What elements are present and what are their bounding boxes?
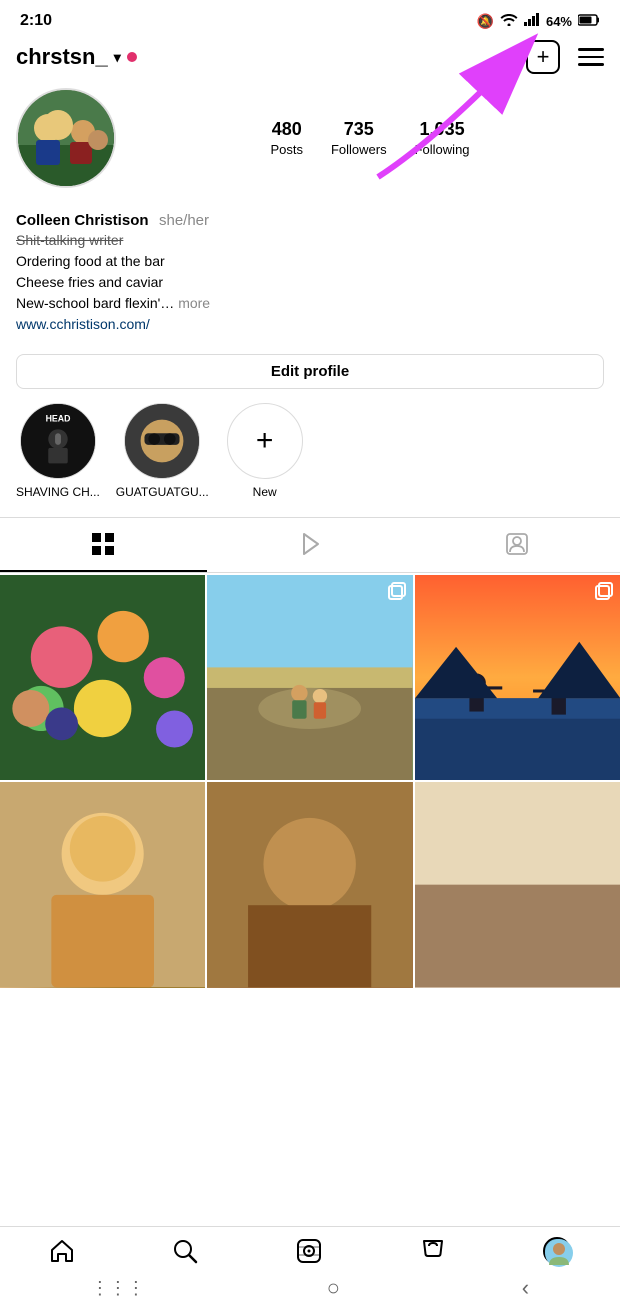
menu-button[interactable] — [578, 48, 604, 66]
mute-icon: 🔕 — [477, 13, 494, 30]
profile-top: 480 Posts 735 Followers 1,035 Following — [16, 88, 604, 188]
battery-pct: 64% — [546, 14, 572, 29]
dropdown-icon[interactable]: ▾ — [114, 49, 121, 66]
signal-icon — [524, 13, 540, 29]
nav-recent-icon[interactable]: ‹ — [522, 1275, 529, 1301]
highlight-circle-new: + — [227, 403, 303, 479]
bio-line-2: Ordering food at the bar — [16, 251, 604, 272]
nav-profile[interactable] — [543, 1237, 571, 1265]
avatar[interactable] — [16, 88, 116, 188]
photo-cell-4[interactable] — [0, 782, 205, 987]
home-icon — [49, 1238, 75, 1264]
nav-home-circle[interactable]: ○ — [327, 1275, 340, 1301]
display-name: Colleen Christison — [16, 212, 149, 229]
highlight-label-1: SHAVING CH... — [16, 485, 100, 499]
svg-text:HEAD: HEAD — [45, 414, 70, 424]
bio-pronouns: she/her — [159, 212, 209, 229]
bio-link[interactable]: www.cchristison.com/ — [16, 316, 604, 332]
online-indicator — [127, 52, 137, 62]
status-time: 2:10 — [20, 12, 52, 30]
status-bar: 2:10 🔕 64% — [0, 0, 620, 36]
photo-cell-2[interactable] — [207, 575, 412, 780]
followers-label: Followers — [331, 142, 387, 157]
followers-stat[interactable]: 735 Followers — [331, 119, 387, 157]
posts-label: Posts — [270, 142, 303, 157]
nav-shop[interactable] — [420, 1238, 446, 1264]
status-icons: 🔕 64% — [477, 13, 600, 30]
tab-tagged[interactable] — [413, 518, 620, 572]
posts-stat[interactable]: 480 Posts — [270, 119, 303, 157]
tab-reels[interactable] — [207, 518, 414, 572]
photo-cell-3[interactable] — [415, 575, 620, 780]
header-right: + — [526, 40, 604, 74]
username-label: chrstsn_ — [16, 44, 108, 70]
bio-line-1: Shit-talking writer — [16, 230, 604, 251]
highlight-label-2: GUATGUATGU... — [116, 485, 209, 499]
highlight-circle-1: HEAD — [20, 403, 96, 479]
photo-cell-6[interactable] — [415, 782, 620, 987]
multi-photo-badge-2 — [387, 581, 407, 601]
highlight-circle-2 — [124, 403, 200, 479]
edit-profile-button[interactable]: Edit profile — [16, 354, 604, 389]
profile-section: 480 Posts 735 Followers 1,035 Following — [0, 84, 620, 212]
photo-cell-1[interactable] — [0, 575, 205, 780]
nav-reels[interactable] — [296, 1238, 322, 1264]
highlight-item-1[interactable]: HEAD SHAVING CH... — [16, 403, 100, 499]
highlight-label-new: New — [253, 485, 277, 499]
bio-line-3: Cheese fries and caviar — [16, 272, 604, 293]
highlight-item-new[interactable]: + New — [225, 403, 305, 499]
bio-name-line: Colleen Christison she/her — [16, 212, 604, 230]
following-count: 1,035 — [420, 119, 465, 140]
play-icon — [298, 532, 322, 556]
posts-count: 480 — [272, 119, 302, 140]
following-label: Following — [415, 142, 470, 157]
content-tabs — [0, 517, 620, 573]
nav-home[interactable] — [49, 1238, 75, 1264]
followers-count: 735 — [344, 119, 374, 140]
profile-avatar-nav — [543, 1237, 571, 1265]
bottom-navigation: ⋮⋮⋮ ○ ‹ — [0, 1226, 620, 1309]
add-highlight-icon: + — [256, 424, 274, 458]
person-tag-icon — [505, 532, 529, 556]
following-stat[interactable]: 1,035 Following — [415, 119, 470, 157]
bio-section: Colleen Christison she/her Shit-talking … — [0, 212, 620, 344]
profile-stats: 480 Posts 735 Followers 1,035 Following — [136, 119, 604, 157]
nav-back-icon[interactable]: ⋮⋮⋮ — [91, 1278, 145, 1299]
system-navigation-bar: ⋮⋮⋮ ○ ‹ — [0, 1271, 620, 1309]
header-left: chrstsn_ ▾ — [16, 44, 137, 70]
search-icon — [172, 1238, 198, 1264]
bio-line-4: New-school bard flexin'… more — [16, 293, 604, 314]
wifi-icon — [500, 13, 518, 29]
photo-cell-5[interactable] — [207, 782, 412, 987]
plus-icon: + — [537, 46, 550, 68]
photo-grid — [0, 575, 620, 988]
multi-photo-badge-3 — [594, 581, 614, 601]
highlights-row: HEAD SHAVING CH... G — [0, 403, 620, 517]
bio-more[interactable]: more — [178, 295, 210, 311]
shop-icon — [420, 1238, 446, 1264]
nav-search[interactable] — [172, 1238, 198, 1264]
profile-header: chrstsn_ ▾ + — [0, 36, 620, 84]
tab-grid[interactable] — [0, 518, 207, 572]
reels-icon — [296, 1238, 322, 1264]
grid-icon — [91, 532, 115, 556]
highlight-item-2[interactable]: GUATGUATGU... — [116, 403, 209, 499]
nav-items — [0, 1227, 620, 1271]
new-post-button[interactable]: + — [526, 40, 560, 74]
battery-icon — [578, 14, 600, 29]
